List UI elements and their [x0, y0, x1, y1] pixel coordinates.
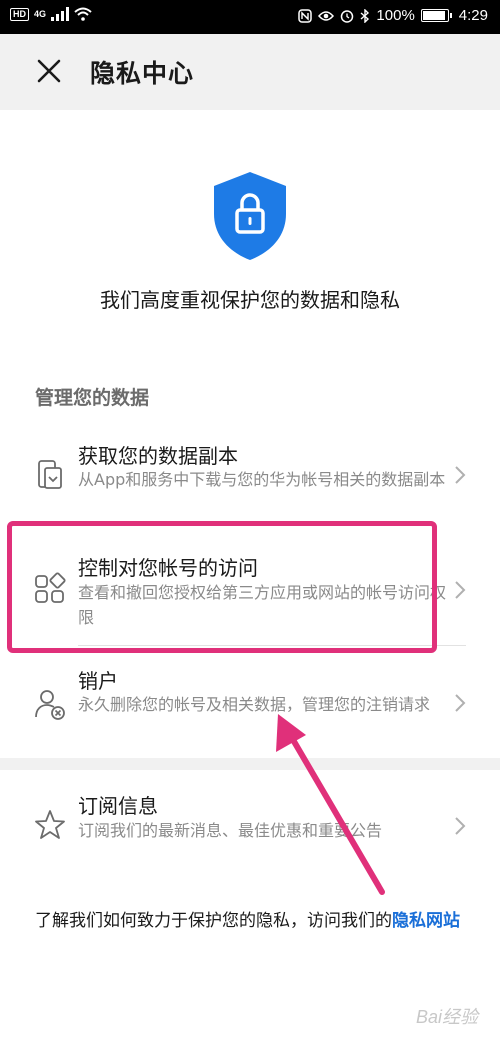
- user-delete-icon: [35, 690, 65, 720]
- list-item-data-copy[interactable]: 获取您的数据副本 从App和服务中下载与您的华为帐号相关的数据副本: [0, 430, 500, 525]
- item-description: 订阅我们的最新消息、最佳优惠和重要公告: [78, 821, 383, 840]
- privacy-website-link[interactable]: 隐私网站: [392, 911, 460, 931]
- alarm-icon: [341, 9, 354, 23]
- app-header: 隐私中心: [0, 34, 500, 110]
- section-title: 管理您的数据: [35, 387, 150, 409]
- phone-download-icon: [38, 460, 62, 489]
- bluetooth-icon: [360, 8, 370, 23]
- item-description: 永久删除您的帐号及相关数据，管理您的注销请求: [78, 695, 431, 714]
- clock: 4:29: [458, 7, 488, 24]
- item-title: 销户: [78, 669, 118, 693]
- status-bar: HD 4G 100% 4:29: [0, 0, 500, 34]
- battery-percent: 100%: [376, 7, 415, 24]
- watermark: Bai经验: [415, 1007, 478, 1027]
- page-title: 隐私中心: [90, 59, 195, 88]
- list-item-subscription[interactable]: 订阅信息 订阅我们的最新消息、最佳优惠和重要公告: [0, 778, 500, 878]
- nfc-icon: [298, 8, 313, 23]
- wifi-icon: [74, 7, 92, 21]
- list-item-delete-account[interactable]: 销户 永久删除您的帐号及相关数据，管理您的注销请求: [0, 655, 500, 755]
- close-icon[interactable]: [36, 58, 62, 84]
- signal-icon: [51, 7, 70, 21]
- chevron-right-icon: [455, 694, 466, 712]
- battery-level: [422, 11, 445, 20]
- network-label: 4G: [34, 9, 47, 19]
- shield-lock-icon: [211, 170, 289, 262]
- footer-text: 了解我们如何致力于保护您的隐私，访问我们的: [35, 911, 392, 931]
- footer-note: 了解我们如何致力于保护您的隐私，访问我们的隐私网站: [35, 907, 470, 935]
- status-left: HD 4G: [10, 7, 92, 21]
- highlight-box: [7, 521, 437, 653]
- status-right: 100% 4:29: [298, 7, 488, 24]
- star-icon: [35, 810, 65, 839]
- item-title: 订阅信息: [78, 794, 158, 818]
- chevron-right-icon: [455, 466, 466, 484]
- hero-text: 我们高度重视保护您的数据和隐私: [100, 288, 400, 312]
- section-separator: [0, 758, 500, 770]
- item-description: 从App和服务中下载与您的华为帐号相关的数据副本: [78, 470, 446, 489]
- item-title: 获取您的数据副本: [78, 444, 238, 468]
- hd-badge: HD: [10, 7, 29, 21]
- eye-icon: [318, 10, 335, 21]
- chevron-right-icon: [455, 581, 466, 599]
- chevron-right-icon: [455, 817, 466, 835]
- battery-icon: [420, 9, 452, 22]
